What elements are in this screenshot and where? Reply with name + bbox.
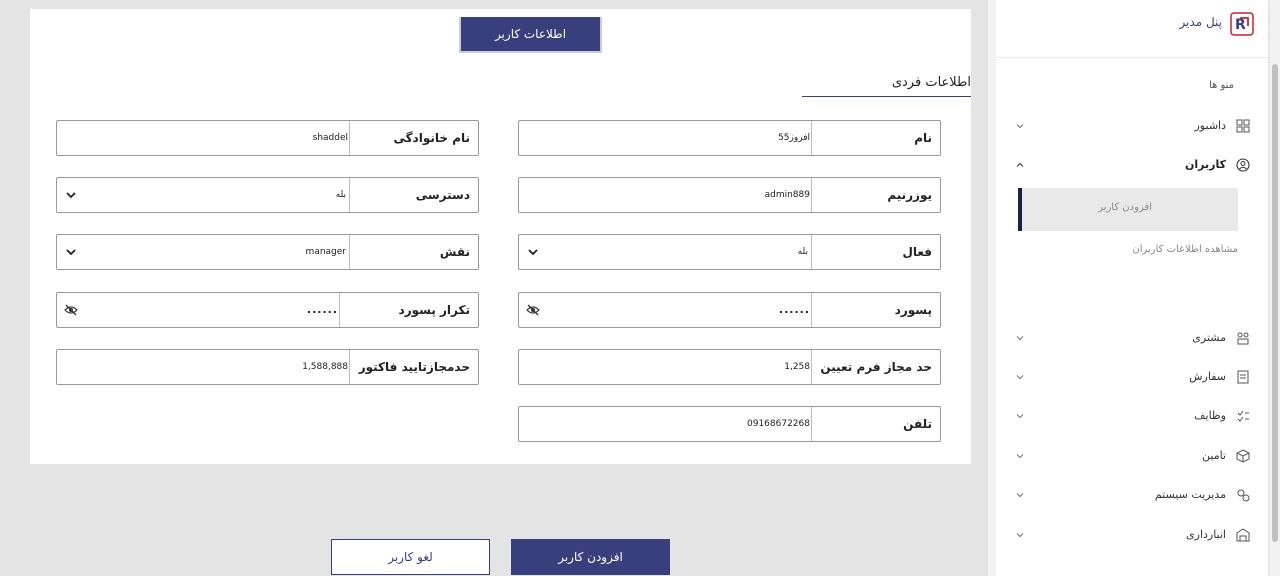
chevron-down-icon — [1016, 533, 1024, 538]
eye-off-icon[interactable] — [525, 302, 541, 318]
sidebar-item-warehouse[interactable]: انبارداری — [1016, 525, 1252, 547]
invoice-limit-label: حدمجازتایید فاکتور — [358, 360, 470, 374]
warehouse-icon — [1236, 528, 1250, 542]
svg-text:R: R — [1235, 17, 1246, 33]
access-value: بله — [335, 190, 346, 200]
logo-icon: R — [1230, 12, 1254, 36]
chevron-down-icon — [1016, 454, 1024, 459]
chevron-up-icon — [1016, 162, 1024, 167]
form-limit-label: حد مجاز فرم تعیین — [820, 360, 932, 374]
sidebar-subitem-label: افزودن کاربر — [1098, 202, 1152, 213]
role-label: نقش — [439, 245, 470, 259]
chevron-down-icon[interactable] — [525, 244, 541, 260]
sidebar-item-label: انبارداری — [1186, 528, 1226, 541]
form-limit-value: 1,258 — [784, 362, 810, 372]
form-limit-field[interactable]: حد مجاز فرم تعیین 1,258 — [518, 349, 941, 385]
user-circle-icon — [1236, 158, 1250, 172]
order-icon — [1237, 370, 1249, 384]
phone-field[interactable]: تلفن 09168672268 — [518, 406, 941, 442]
invoice-limit-value: 1,588,888 — [302, 362, 348, 372]
password-confirm-field[interactable]: تکرار پسورد ...... — [56, 292, 479, 328]
last-name-value: shaddel — [312, 133, 348, 143]
active-value: بله — [797, 247, 808, 257]
invoice-limit-field[interactable]: حدمجازتایید فاکتور 1,588,888 — [56, 349, 479, 385]
supply-icon — [1236, 449, 1250, 463]
chevron-down-icon — [1016, 493, 1024, 498]
sidebar-item-label: کاربران — [1185, 158, 1226, 171]
sidebar: R پنل مدیر منو ها داشبور کاربران افزودن … — [996, 0, 1268, 576]
sidebar-item-label: وظایف — [1194, 409, 1226, 422]
eye-off-icon[interactable] — [63, 302, 79, 318]
sidebar-item-label: مدیریت سیستم — [1154, 488, 1226, 501]
chevron-down-icon — [1016, 336, 1024, 341]
cancel-user-button[interactable]: لغو کاربر — [331, 539, 490, 575]
scrollbar-thumb[interactable] — [1272, 64, 1278, 542]
role-select[interactable]: نقش manager — [56, 234, 479, 270]
sidebar-item-label: داشبور — [1194, 119, 1227, 132]
chevron-down-icon[interactable] — [63, 187, 79, 203]
username-field[interactable]: یوزرنیم admin889 — [518, 177, 941, 213]
sidebar-item-label: تامین — [1202, 449, 1226, 462]
tab-user-info[interactable]: اطلاعات کاربر — [459, 17, 602, 53]
password-confirm-value: ...... — [306, 303, 338, 316]
password-label: پسورد — [894, 303, 932, 317]
last-name-field[interactable]: نام خانوادگی shaddel — [56, 120, 479, 156]
chevron-down-icon — [1016, 375, 1024, 380]
active-select[interactable]: فعال بله — [518, 234, 941, 270]
sidebar-edge — [988, 0, 996, 576]
sidebar-subitem-add-user[interactable]: افزودن کاربر — [1018, 188, 1238, 231]
sidebar-item-customer[interactable]: مشتری — [1016, 328, 1252, 350]
password-field[interactable]: پسورد ...... — [518, 292, 941, 328]
phone-value: 09168672268 — [747, 419, 810, 429]
sidebar-item-label: سفارش — [1189, 370, 1226, 383]
password-value: ...... — [778, 303, 810, 316]
tasks-icon — [1237, 410, 1249, 422]
first-name-value: افروز55 — [778, 133, 810, 143]
sidebar-item-users[interactable]: کاربران — [1016, 155, 1252, 177]
username-label: یوزرنیم — [887, 188, 932, 202]
menus-label: منو ها — [1208, 80, 1234, 91]
phone-label: تلفن — [903, 417, 932, 431]
sidebar-scrollbar[interactable] — [1270, 0, 1280, 576]
access-label: دسترسی — [415, 188, 470, 202]
username-value: admin889 — [764, 190, 810, 200]
add-user-button[interactable]: افزودن کاربر — [511, 539, 670, 575]
sidebar-item-dashboard[interactable]: داشبور — [1016, 116, 1252, 138]
role-value: manager — [305, 247, 346, 257]
password-confirm-label: تکرار پسورد — [398, 303, 470, 317]
first-name-field[interactable]: نام افروز55 — [518, 120, 941, 156]
sidebar-item-system[interactable]: مدیریت سیستم — [1016, 485, 1252, 507]
sidebar-item-tasks[interactable]: وظایف — [1016, 406, 1252, 428]
sidebar-header: R پنل مدیر — [996, 0, 1268, 58]
first-name-label: نام — [914, 131, 932, 145]
sidebar-item-order[interactable]: سفارش — [1016, 367, 1252, 389]
last-name-label: نام خانوادگی — [393, 131, 470, 145]
sidebar-item-supply[interactable]: تامین — [1016, 446, 1252, 468]
panel-title: پنل مدیر — [1179, 15, 1222, 29]
access-select[interactable]: دسترسی بله — [56, 177, 479, 213]
people-icon — [1237, 332, 1249, 345]
chevron-down-icon — [1016, 124, 1024, 129]
chevron-down-icon — [1016, 414, 1024, 419]
active-label: فعال — [902, 245, 932, 259]
sidebar-item-label: مشتری — [1192, 331, 1226, 344]
chevron-down-icon[interactable] — [63, 244, 79, 260]
grid-icon — [1236, 119, 1250, 133]
system-icon — [1237, 489, 1250, 502]
sidebar-subitem-view-users[interactable]: مشاهده اطلاعات کاربران — [1132, 244, 1238, 255]
section-title: اطلاعات فردی — [802, 75, 971, 97]
